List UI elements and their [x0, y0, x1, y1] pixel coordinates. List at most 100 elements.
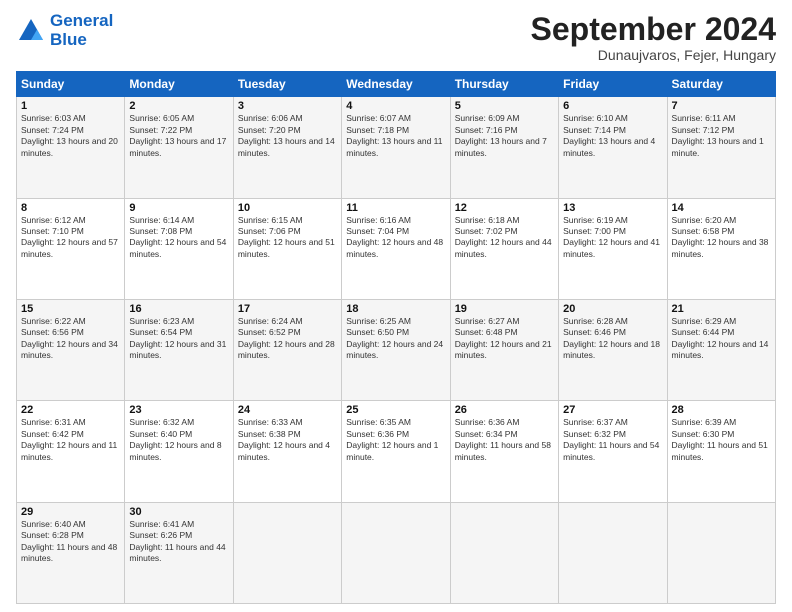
day-cell [342, 502, 450, 603]
week-row-2: 8Sunrise: 6:12 AMSunset: 7:10 PMDaylight… [17, 198, 776, 299]
day-number: 21 [672, 303, 771, 315]
day-info: Sunrise: 6:33 AMSunset: 6:38 PMDaylight:… [238, 417, 337, 463]
day-info: Sunrise: 6:11 AMSunset: 7:12 PMDaylight:… [672, 113, 771, 159]
day-number: 22 [21, 404, 120, 416]
day-cell [450, 502, 558, 603]
weekday-sunday: Sunday [17, 72, 125, 97]
month-title: September 2024 [531, 12, 776, 47]
day-cell: 12Sunrise: 6:18 AMSunset: 7:02 PMDayligh… [450, 198, 558, 299]
day-cell: 2Sunrise: 6:05 AMSunset: 7:22 PMDaylight… [125, 97, 233, 198]
day-cell: 8Sunrise: 6:12 AMSunset: 7:10 PMDaylight… [17, 198, 125, 299]
day-cell: 21Sunrise: 6:29 AMSunset: 6:44 PMDayligh… [667, 299, 775, 400]
day-cell: 4Sunrise: 6:07 AMSunset: 7:18 PMDaylight… [342, 97, 450, 198]
day-number: 10 [238, 202, 337, 214]
day-cell: 26Sunrise: 6:36 AMSunset: 6:34 PMDayligh… [450, 401, 558, 502]
day-info: Sunrise: 6:03 AMSunset: 7:24 PMDaylight:… [21, 113, 120, 159]
day-cell: 22Sunrise: 6:31 AMSunset: 6:42 PMDayligh… [17, 401, 125, 502]
day-info: Sunrise: 6:22 AMSunset: 6:56 PMDaylight:… [21, 316, 120, 362]
day-number: 11 [346, 202, 445, 214]
day-number: 27 [563, 404, 662, 416]
week-row-4: 22Sunrise: 6:31 AMSunset: 6:42 PMDayligh… [17, 401, 776, 502]
day-number: 29 [21, 506, 120, 518]
weekday-saturday: Saturday [667, 72, 775, 97]
weekday-friday: Friday [559, 72, 667, 97]
day-info: Sunrise: 6:14 AMSunset: 7:08 PMDaylight:… [129, 215, 228, 261]
day-info: Sunrise: 6:16 AMSunset: 7:04 PMDaylight:… [346, 215, 445, 261]
day-number: 15 [21, 303, 120, 315]
day-cell: 9Sunrise: 6:14 AMSunset: 7:08 PMDaylight… [125, 198, 233, 299]
day-number: 18 [346, 303, 445, 315]
day-cell: 19Sunrise: 6:27 AMSunset: 6:48 PMDayligh… [450, 299, 558, 400]
weekday-wednesday: Wednesday [342, 72, 450, 97]
day-info: Sunrise: 6:10 AMSunset: 7:14 PMDaylight:… [563, 113, 662, 159]
day-cell: 1Sunrise: 6:03 AMSunset: 7:24 PMDaylight… [17, 97, 125, 198]
day-number: 26 [455, 404, 554, 416]
day-number: 30 [129, 506, 228, 518]
day-cell: 11Sunrise: 6:16 AMSunset: 7:04 PMDayligh… [342, 198, 450, 299]
day-cell: 20Sunrise: 6:28 AMSunset: 6:46 PMDayligh… [559, 299, 667, 400]
day-cell: 5Sunrise: 6:09 AMSunset: 7:16 PMDaylight… [450, 97, 558, 198]
day-info: Sunrise: 6:07 AMSunset: 7:18 PMDaylight:… [346, 113, 445, 159]
day-info: Sunrise: 6:27 AMSunset: 6:48 PMDaylight:… [455, 316, 554, 362]
day-info: Sunrise: 6:35 AMSunset: 6:36 PMDaylight:… [346, 417, 445, 463]
day-number: 1 [21, 100, 120, 112]
day-cell [233, 502, 341, 603]
day-number: 20 [563, 303, 662, 315]
day-info: Sunrise: 6:29 AMSunset: 6:44 PMDaylight:… [672, 316, 771, 362]
day-number: 8 [21, 202, 120, 214]
day-cell: 15Sunrise: 6:22 AMSunset: 6:56 PMDayligh… [17, 299, 125, 400]
day-cell: 27Sunrise: 6:37 AMSunset: 6:32 PMDayligh… [559, 401, 667, 502]
day-info: Sunrise: 6:28 AMSunset: 6:46 PMDaylight:… [563, 316, 662, 362]
day-cell: 29Sunrise: 6:40 AMSunset: 6:28 PMDayligh… [17, 502, 125, 603]
day-number: 28 [672, 404, 771, 416]
title-block: September 2024 Dunaujvaros, Fejer, Hunga… [531, 12, 776, 63]
day-cell [667, 502, 775, 603]
day-number: 3 [238, 100, 337, 112]
day-info: Sunrise: 6:39 AMSunset: 6:30 PMDaylight:… [672, 417, 771, 463]
day-cell: 17Sunrise: 6:24 AMSunset: 6:52 PMDayligh… [233, 299, 341, 400]
day-number: 2 [129, 100, 228, 112]
logo-text: General Blue [50, 12, 113, 49]
day-info: Sunrise: 6:36 AMSunset: 6:34 PMDaylight:… [455, 417, 554, 463]
day-info: Sunrise: 6:09 AMSunset: 7:16 PMDaylight:… [455, 113, 554, 159]
day-cell: 16Sunrise: 6:23 AMSunset: 6:54 PMDayligh… [125, 299, 233, 400]
day-number: 12 [455, 202, 554, 214]
day-cell: 25Sunrise: 6:35 AMSunset: 6:36 PMDayligh… [342, 401, 450, 502]
day-number: 4 [346, 100, 445, 112]
day-cell: 3Sunrise: 6:06 AMSunset: 7:20 PMDaylight… [233, 97, 341, 198]
weekday-header-row: SundayMondayTuesdayWednesdayThursdayFrid… [17, 72, 776, 97]
day-cell [559, 502, 667, 603]
day-cell: 24Sunrise: 6:33 AMSunset: 6:38 PMDayligh… [233, 401, 341, 502]
day-cell: 28Sunrise: 6:39 AMSunset: 6:30 PMDayligh… [667, 401, 775, 502]
day-info: Sunrise: 6:06 AMSunset: 7:20 PMDaylight:… [238, 113, 337, 159]
calendar-table: SundayMondayTuesdayWednesdayThursdayFrid… [16, 71, 776, 604]
day-number: 6 [563, 100, 662, 112]
day-number: 25 [346, 404, 445, 416]
day-number: 23 [129, 404, 228, 416]
logo: General Blue [16, 12, 113, 49]
day-info: Sunrise: 6:41 AMSunset: 6:26 PMDaylight:… [129, 519, 228, 565]
day-info: Sunrise: 6:23 AMSunset: 6:54 PMDaylight:… [129, 316, 228, 362]
day-number: 5 [455, 100, 554, 112]
day-info: Sunrise: 6:15 AMSunset: 7:06 PMDaylight:… [238, 215, 337, 261]
day-info: Sunrise: 6:31 AMSunset: 6:42 PMDaylight:… [21, 417, 120, 463]
day-cell: 30Sunrise: 6:41 AMSunset: 6:26 PMDayligh… [125, 502, 233, 603]
day-number: 14 [672, 202, 771, 214]
weekday-tuesday: Tuesday [233, 72, 341, 97]
day-cell: 6Sunrise: 6:10 AMSunset: 7:14 PMDaylight… [559, 97, 667, 198]
page: General Blue September 2024 Dunaujvaros,… [0, 0, 792, 612]
logo-icon [16, 16, 46, 46]
day-cell: 7Sunrise: 6:11 AMSunset: 7:12 PMDaylight… [667, 97, 775, 198]
day-info: Sunrise: 6:25 AMSunset: 6:50 PMDaylight:… [346, 316, 445, 362]
day-info: Sunrise: 6:05 AMSunset: 7:22 PMDaylight:… [129, 113, 228, 159]
day-info: Sunrise: 6:37 AMSunset: 6:32 PMDaylight:… [563, 417, 662, 463]
day-info: Sunrise: 6:32 AMSunset: 6:40 PMDaylight:… [129, 417, 228, 463]
day-number: 19 [455, 303, 554, 315]
day-cell: 13Sunrise: 6:19 AMSunset: 7:00 PMDayligh… [559, 198, 667, 299]
day-number: 9 [129, 202, 228, 214]
day-info: Sunrise: 6:18 AMSunset: 7:02 PMDaylight:… [455, 215, 554, 261]
day-info: Sunrise: 6:12 AMSunset: 7:10 PMDaylight:… [21, 215, 120, 261]
day-cell: 10Sunrise: 6:15 AMSunset: 7:06 PMDayligh… [233, 198, 341, 299]
week-row-5: 29Sunrise: 6:40 AMSunset: 6:28 PMDayligh… [17, 502, 776, 603]
weekday-thursday: Thursday [450, 72, 558, 97]
